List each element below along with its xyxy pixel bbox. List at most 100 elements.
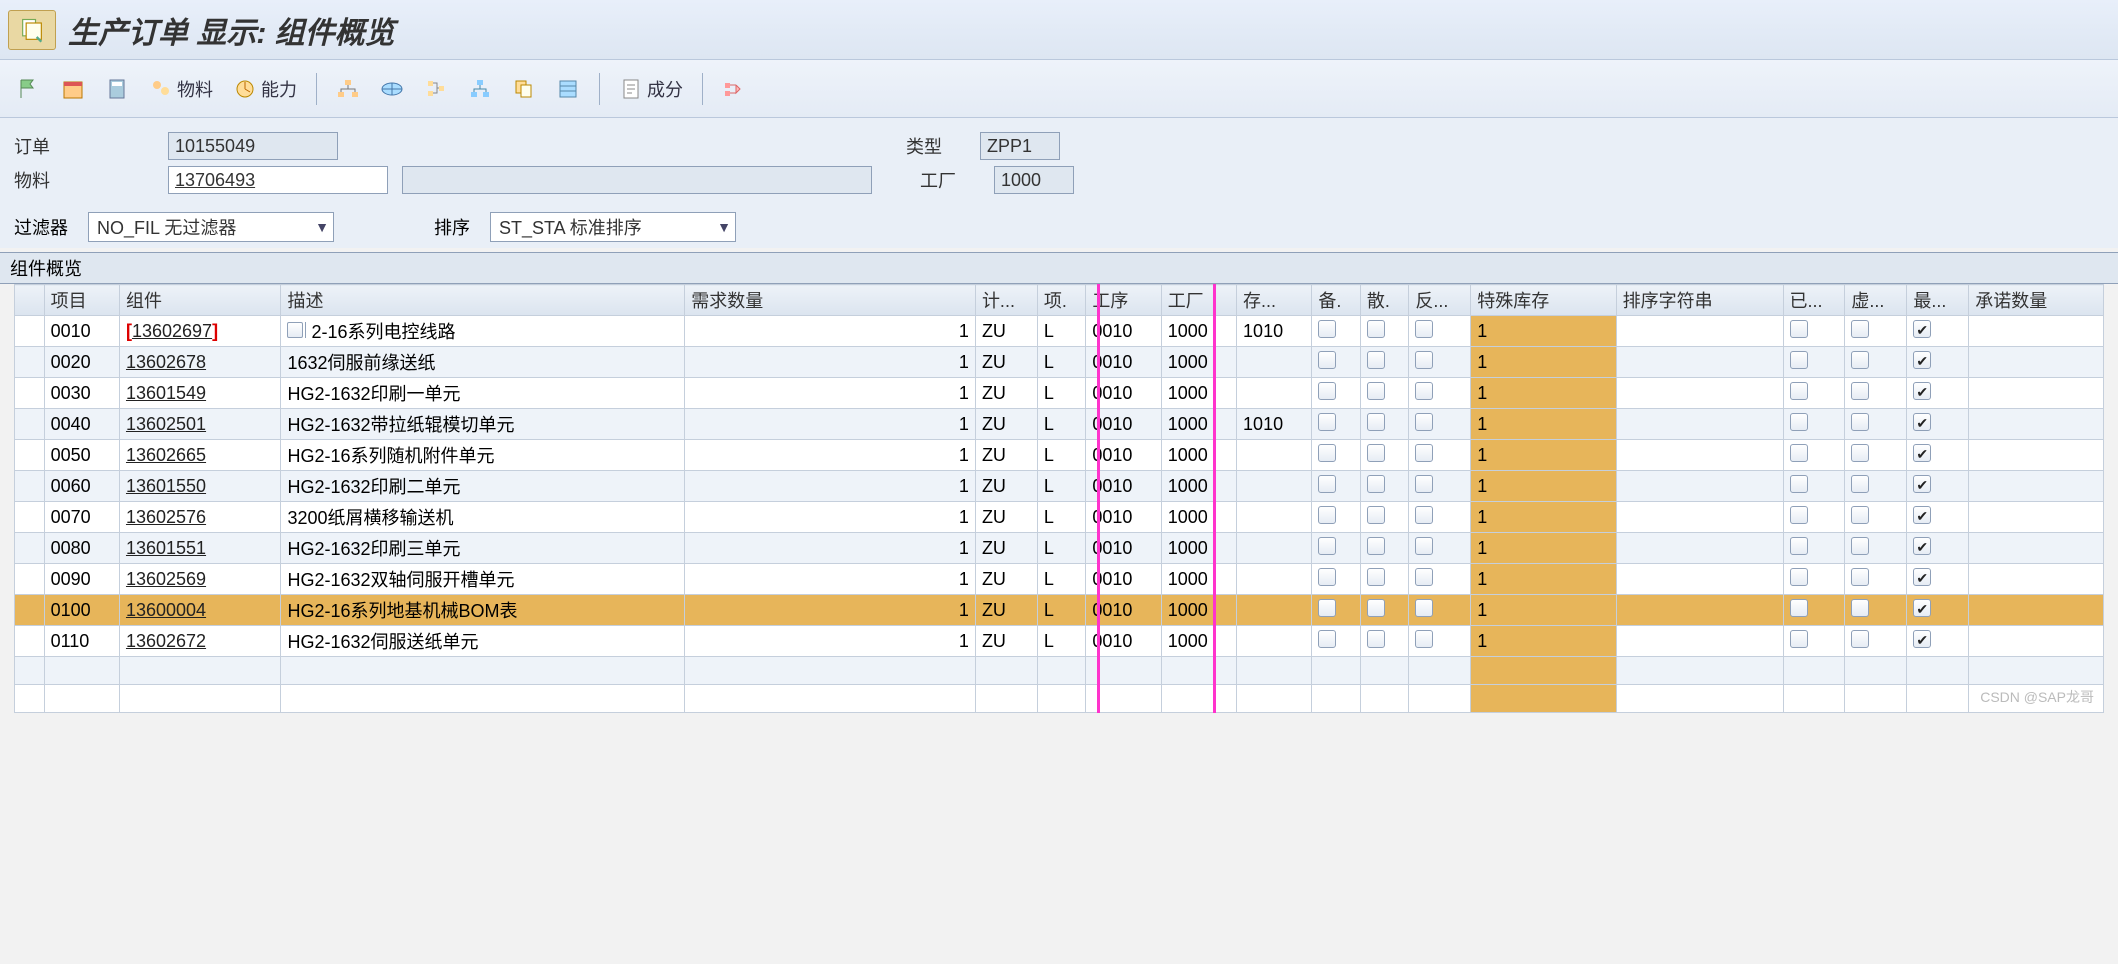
- cell-max[interactable]: [1907, 316, 1969, 347]
- row-selector[interactable]: [15, 378, 45, 409]
- cell-component[interactable]: 13602665: [119, 440, 281, 471]
- cell-back[interactable]: [1409, 626, 1471, 657]
- col-iss[interactable]: 已...: [1783, 285, 1845, 316]
- col-max[interactable]: 最...: [1907, 285, 1969, 316]
- col-stor[interactable]: 存...: [1237, 285, 1312, 316]
- cell-back[interactable]: [1409, 378, 1471, 409]
- cell-back[interactable]: [1409, 502, 1471, 533]
- cell-bulk[interactable]: [1360, 347, 1408, 378]
- col-oper[interactable]: 工序: [1086, 285, 1161, 316]
- cell-iss[interactable]: [1783, 378, 1845, 409]
- cell-iss[interactable]: [1783, 533, 1845, 564]
- cell-batch[interactable]: [1312, 502, 1360, 533]
- cell-back[interactable]: [1409, 595, 1471, 626]
- cell-iss[interactable]: [1783, 440, 1845, 471]
- cell-back[interactable]: [1409, 471, 1471, 502]
- cell-back[interactable]: [1409, 347, 1471, 378]
- cell-bulk[interactable]: [1360, 409, 1408, 440]
- cell-batch[interactable]: [1312, 316, 1360, 347]
- material-field[interactable]: [168, 166, 388, 194]
- cell-phan[interactable]: [1845, 316, 1907, 347]
- components-button[interactable]: 成分: [612, 73, 690, 105]
- cell-phan[interactable]: [1845, 595, 1907, 626]
- col-selector[interactable]: [15, 285, 45, 316]
- cell-bulk[interactable]: [1360, 471, 1408, 502]
- cell-max[interactable]: [1907, 564, 1969, 595]
- tree-button[interactable]: [417, 74, 455, 104]
- table-row[interactable]: 0030 13601549 HG2-1632印刷一单元 1 ZU L 0010 …: [15, 378, 2104, 409]
- col-sortstr[interactable]: 排序字符串: [1616, 285, 1783, 316]
- cell-phan[interactable]: [1845, 347, 1907, 378]
- cell-max[interactable]: [1907, 533, 1969, 564]
- calculator-button[interactable]: [98, 74, 136, 104]
- sort-dropdown[interactable]: ST_STA 标准排序 ▼: [490, 212, 736, 242]
- cell-batch[interactable]: [1312, 471, 1360, 502]
- cell-iss[interactable]: [1783, 502, 1845, 533]
- plant-field[interactable]: [994, 166, 1074, 194]
- cell-iss[interactable]: [1783, 564, 1845, 595]
- network-button[interactable]: [373, 74, 411, 104]
- hierarchy-button[interactable]: [329, 74, 367, 104]
- row-selector[interactable]: [15, 502, 45, 533]
- cell-batch[interactable]: [1312, 378, 1360, 409]
- cell-batch[interactable]: [1312, 595, 1360, 626]
- col-itemcat[interactable]: 项.: [1037, 285, 1085, 316]
- cell-iss[interactable]: [1783, 626, 1845, 657]
- cell-back[interactable]: [1409, 533, 1471, 564]
- cell-batch[interactable]: [1312, 564, 1360, 595]
- cell-phan[interactable]: [1845, 440, 1907, 471]
- table-row[interactable]: 0080 13601551 HG2-1632印刷三单元 1 ZU L 0010 …: [15, 533, 2104, 564]
- cell-batch[interactable]: [1312, 533, 1360, 564]
- cell-component[interactable]: 13602576: [119, 502, 281, 533]
- cell-back[interactable]: [1409, 409, 1471, 440]
- search-help-icon[interactable]: [287, 322, 303, 338]
- row-selector[interactable]: [15, 595, 45, 626]
- sequence-button[interactable]: [715, 74, 753, 104]
- cell-component[interactable]: 13601551: [119, 533, 281, 564]
- col-reqqty[interactable]: 需求数量: [685, 285, 976, 316]
- material-desc-field[interactable]: [402, 166, 872, 194]
- table-row[interactable]: 0010 [13602697] 2-16系列电控线路 1 ZU L 0010 1…: [15, 316, 2104, 347]
- row-selector[interactable]: [15, 564, 45, 595]
- cell-max[interactable]: [1907, 347, 1969, 378]
- cell-component[interactable]: 13602672: [119, 626, 281, 657]
- cell-max[interactable]: [1907, 626, 1969, 657]
- table-row[interactable]: 0060 13601550 HG2-1632印刷二单元 1 ZU L 0010 …: [15, 471, 2104, 502]
- cell-back[interactable]: [1409, 316, 1471, 347]
- cell-bulk[interactable]: [1360, 533, 1408, 564]
- col-desc[interactable]: 描述: [281, 285, 685, 316]
- cell-bulk[interactable]: [1360, 564, 1408, 595]
- material-button[interactable]: 物料: [142, 73, 220, 105]
- type-field[interactable]: [980, 132, 1060, 160]
- col-item[interactable]: 项目: [44, 285, 119, 316]
- cell-batch[interactable]: [1312, 626, 1360, 657]
- row-selector[interactable]: [15, 471, 45, 502]
- cell-max[interactable]: [1907, 595, 1969, 626]
- copy-button[interactable]: [505, 74, 543, 104]
- cell-iss[interactable]: [1783, 471, 1845, 502]
- cell-max[interactable]: [1907, 502, 1969, 533]
- schedule-button[interactable]: [54, 74, 92, 104]
- flag-button[interactable]: [10, 74, 48, 104]
- col-uom[interactable]: 计...: [975, 285, 1037, 316]
- cell-component[interactable]: 13601550: [119, 471, 281, 502]
- row-selector[interactable]: [15, 409, 45, 440]
- filter-dropdown[interactable]: NO_FIL 无过滤器 ▼: [88, 212, 334, 242]
- row-selector[interactable]: [15, 316, 45, 347]
- menu-button[interactable]: [8, 10, 56, 50]
- list-button[interactable]: [549, 74, 587, 104]
- cell-max[interactable]: [1907, 440, 1969, 471]
- cell-component[interactable]: 13601549: [119, 378, 281, 409]
- row-selector[interactable]: [15, 626, 45, 657]
- col-component[interactable]: 组件: [119, 285, 281, 316]
- col-phan[interactable]: 虚...: [1845, 285, 1907, 316]
- cell-iss[interactable]: [1783, 595, 1845, 626]
- cell-component[interactable]: 13600004: [119, 595, 281, 626]
- cell-max[interactable]: [1907, 409, 1969, 440]
- cell-phan[interactable]: [1845, 533, 1907, 564]
- cell-back[interactable]: [1409, 564, 1471, 595]
- cell-bulk[interactable]: [1360, 316, 1408, 347]
- table-row[interactable]: 0050 13602665 HG2-16系列随机附件单元 1 ZU L 0010…: [15, 440, 2104, 471]
- cell-phan[interactable]: [1845, 502, 1907, 533]
- cell-phan[interactable]: [1845, 626, 1907, 657]
